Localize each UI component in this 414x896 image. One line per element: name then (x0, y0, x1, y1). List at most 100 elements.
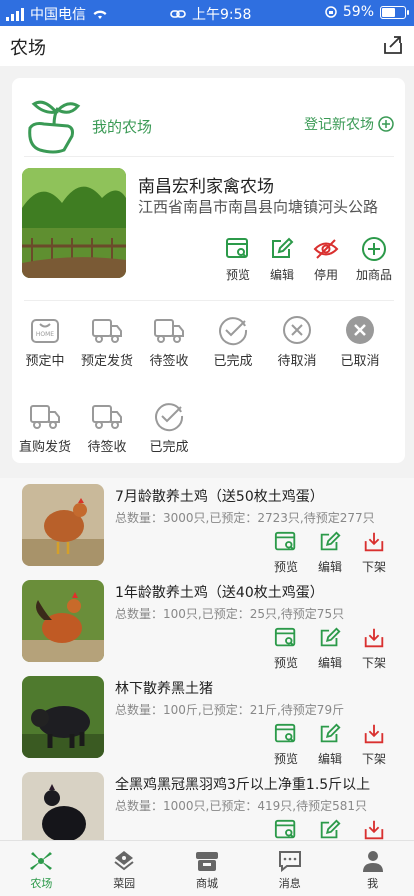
product-name: 1年龄散养土鸡（送40枚土鸡蛋） (115, 585, 324, 601)
status-to-sign[interactable]: 待签收 (134, 314, 204, 369)
farm-edit-label: 编辑 (269, 268, 294, 282)
farm-preview-button[interactable]: 预览 (222, 236, 254, 283)
product-preview-label: 预览 (273, 560, 298, 574)
clock: 上午9:58 (192, 7, 252, 23)
battery-icon (380, 5, 409, 19)
farm-address: 江西省南昌市南昌县向塘镇河头公路 (138, 198, 379, 216)
product-name: 林下散养黑土猪 (115, 681, 213, 697)
eye-off-icon (313, 239, 339, 259)
status-cancelled[interactable]: 已取消 (325, 314, 395, 369)
tab-messages-label: 消息 (278, 877, 301, 890)
product-preview-button[interactable]: 预览 (270, 530, 302, 575)
product-item[interactable]: 7月龄散养土鸡（送50枚土鸡蛋） 总数量：3000只,已预定：2723只,待预定… (0, 478, 414, 574)
page-title: 农场 (10, 38, 46, 59)
status-direct-to-sign[interactable]: 待签收 (72, 400, 142, 455)
preview-icon (226, 238, 248, 258)
product-thumbnail (22, 484, 104, 566)
truck-icon (30, 405, 60, 429)
status-cancelled-label: 已取消 (340, 354, 380, 369)
farm-edit-button[interactable]: 编辑 (266, 236, 298, 283)
farm-disable-label: 停用 (313, 268, 338, 282)
farm-disable-button[interactable]: 停用 (310, 236, 342, 283)
product-preview-label: 预览 (273, 656, 298, 670)
preview-icon (274, 819, 296, 839)
product-delist-button[interactable]: 下架 (358, 626, 390, 671)
my-farm-label: 我的农场 (92, 118, 153, 136)
product-name: 全黑鸡黑冠黑羽鸡3斤以上净重1.5斤以上 (115, 777, 371, 793)
product-edit-button[interactable]: 编辑 (314, 722, 346, 767)
tab-garden[interactable]: 菜园 (83, 841, 166, 896)
product-edit-button[interactable]: 编辑 (314, 626, 346, 671)
check-circle-icon (219, 317, 248, 346)
register-farm-button[interactable]: 登记新农场 (304, 114, 394, 134)
product-stats: 总数量：100只,已预定：25只,待预定75只 (115, 607, 345, 621)
download-tray-icon (364, 532, 384, 552)
tab-farm[interactable]: 农场 (0, 841, 83, 896)
store-icon (195, 852, 218, 871)
signal-icon (6, 7, 24, 21)
product-thumbnail (22, 580, 104, 662)
product-delist-button[interactable]: 下架 (358, 530, 390, 575)
svg-text:HOME: HOME (36, 331, 54, 338)
product-actions: 预览 编辑 下架 (270, 530, 390, 575)
tab-farm-label: 农场 (30, 877, 53, 890)
windmill-icon (30, 852, 53, 870)
carrier-label: 中国电信 (30, 7, 86, 23)
product-actions: 预览 编辑 下架 (270, 722, 390, 767)
share-icon[interactable] (382, 34, 404, 56)
product-actions: 预览 编辑 下架 (270, 626, 390, 671)
status-reserve-ship[interactable]: 预定发货 (72, 314, 142, 369)
nav-bar: 农场 (0, 26, 414, 66)
status-completed[interactable]: 已完成 (198, 314, 268, 369)
status-bar: 中国电信 上午9:58 59% (0, 0, 414, 26)
product-item[interactable]: 林下散养黑土猪 总数量：100斤,已预定：21斤,待预定79斤 预览 编辑 下架 (0, 670, 414, 766)
product-edit-button[interactable]: 编辑 (314, 530, 346, 575)
status-direct-ship[interactable]: 直购发货 (10, 400, 80, 455)
status-pending-cancel-label: 待取消 (277, 354, 317, 369)
tab-me[interactable]: 我 (331, 841, 414, 896)
rotation-lock-icon (325, 6, 337, 18)
tab-me-label: 我 (367, 877, 379, 890)
product-preview-button[interactable]: 预览 (270, 626, 302, 671)
tab-messages[interactable]: 消息 (248, 841, 331, 896)
x-circle-icon (283, 316, 311, 344)
preview-icon (274, 531, 296, 551)
download-tray-icon (364, 628, 384, 648)
product-name: 7月龄散养土鸡（送50枚土鸡蛋） (115, 489, 324, 505)
status-pending-cancel[interactable]: 待取消 (262, 314, 332, 369)
add-product-button[interactable]: 加商品 (354, 236, 394, 283)
product-stats: 总数量：1000只,已预定：419只,待预定581只 (115, 799, 367, 813)
tab-mall[interactable]: 商城 (166, 841, 249, 896)
divider (24, 300, 394, 301)
product-stats: 总数量：100斤,已预定：21斤,待预定79斤 (115, 703, 345, 717)
x-circle-filled-icon (346, 316, 374, 344)
battery-percent: 59% (342, 4, 374, 20)
divider (24, 156, 394, 157)
home-box-icon: HOME (31, 319, 59, 343)
farm-actions: 预览 编辑 停用 加商品 (222, 236, 394, 283)
status-completed-label: 已完成 (213, 354, 253, 369)
status-reserving[interactable]: HOME 预定中 (10, 314, 80, 369)
status-reserving-label: 预定中 (25, 354, 65, 369)
truck-icon (92, 319, 122, 343)
check-circle-icon (155, 403, 184, 432)
register-farm-label: 登记新农场 (304, 117, 374, 133)
edit-icon (320, 723, 341, 743)
plus-circle-icon (362, 237, 386, 261)
preview-icon (274, 723, 296, 743)
link-icon (170, 10, 186, 18)
product-preview-button[interactable]: 预览 (270, 722, 302, 767)
farm-card: 我的农场 登记新农场 南昌宏利家禽农场 江西省南昌市南昌县向塘镇河头公路 预览 … (12, 78, 405, 463)
farm-photo[interactable] (22, 168, 126, 278)
product-item[interactable]: 1年龄散养土鸡（送40枚土鸡蛋） 总数量：100只,已预定：25只,待预定75只… (0, 574, 414, 670)
tab-bar: 农场 菜园 商城 消息 我 (0, 840, 414, 896)
garden-icon (114, 851, 134, 871)
wifi-icon (93, 10, 107, 19)
status-direct-ship-label: 直购发货 (18, 440, 71, 455)
product-edit-label: 编辑 (317, 560, 342, 574)
truck-icon (154, 319, 184, 343)
status-direct-completed[interactable]: 已完成 (134, 400, 204, 455)
truck-icon (92, 405, 122, 429)
product-preview-label: 预览 (273, 752, 298, 766)
product-delist-button[interactable]: 下架 (358, 722, 390, 767)
